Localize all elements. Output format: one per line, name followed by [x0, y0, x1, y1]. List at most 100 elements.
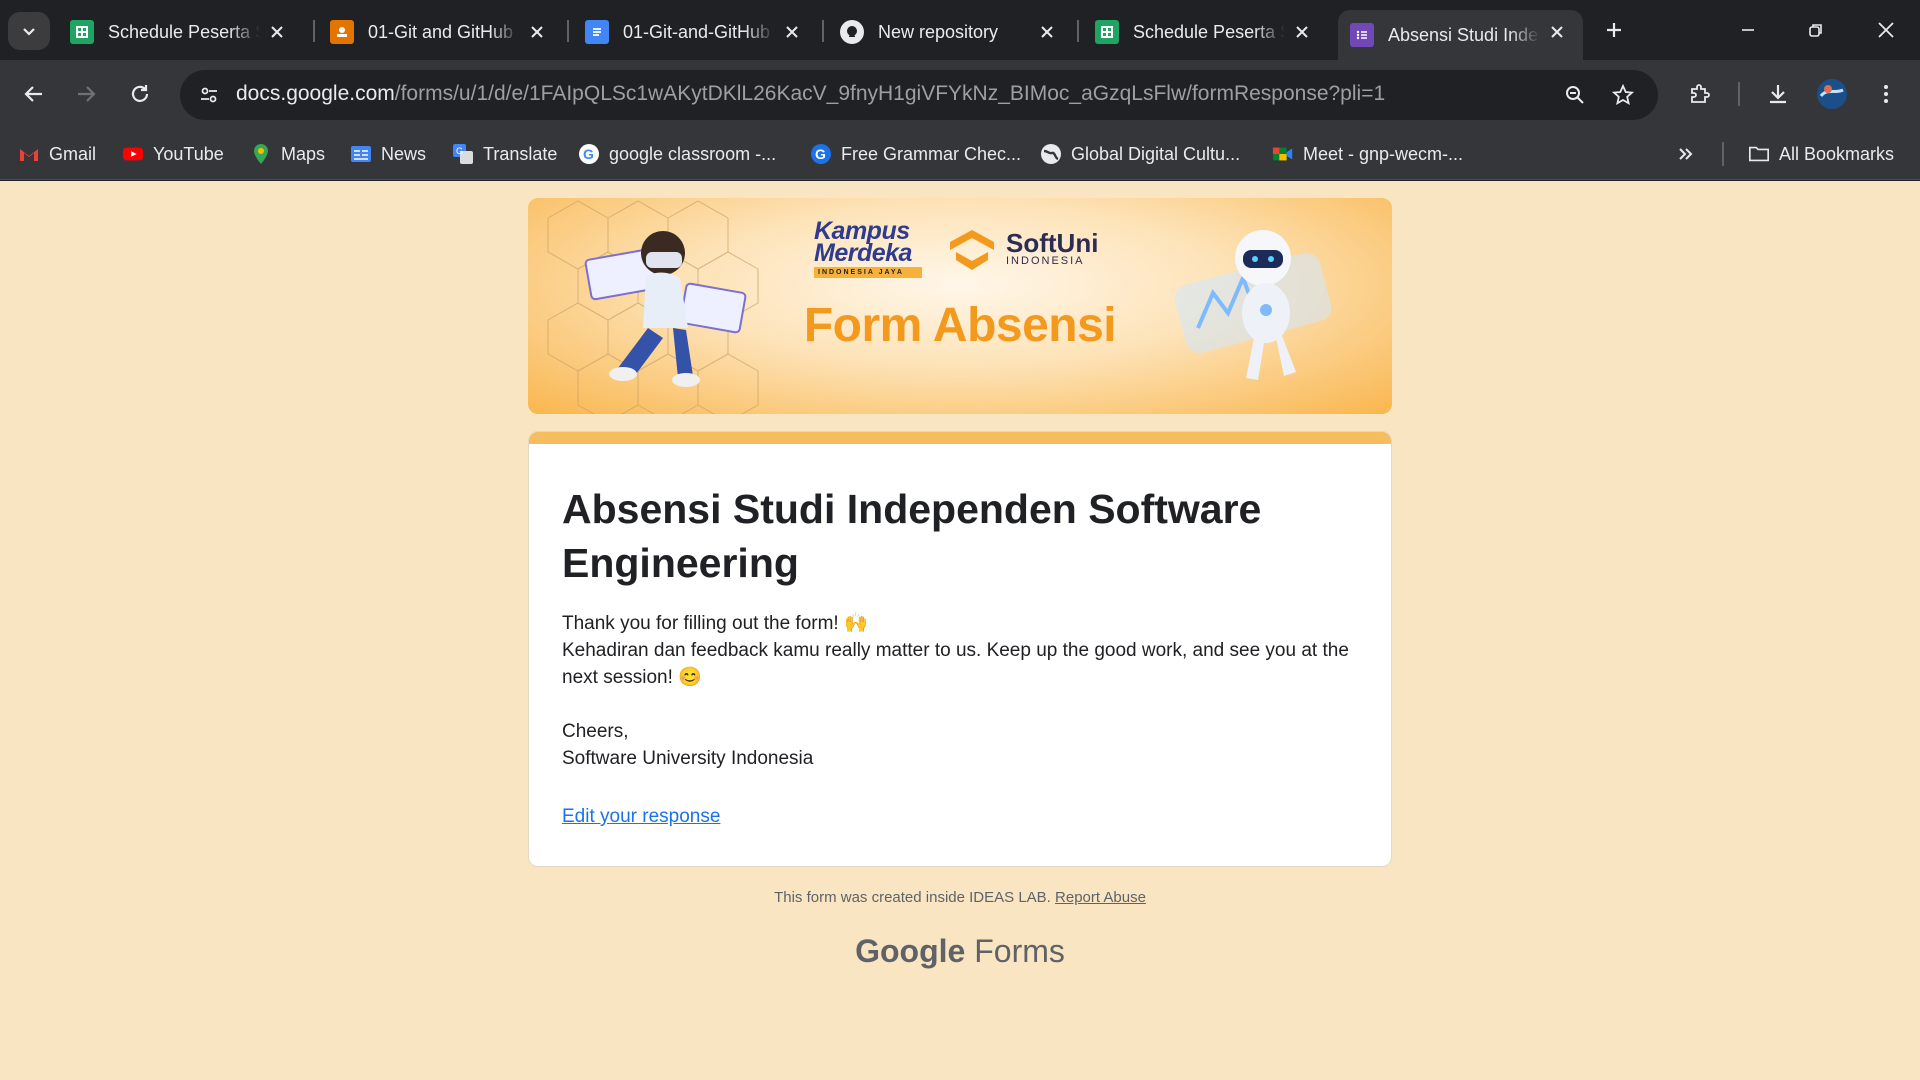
tab-title: Schedule Peserta Studi Independen: [1133, 21, 1285, 42]
browser-toolbar: docs.google.com/forms/u/1/d/e/1FAIpQLSc1…: [0, 60, 1920, 128]
zoom-button[interactable]: [1558, 78, 1592, 112]
url-text[interactable]: docs.google.com/forms/u/1/d/e/1FAIpQLSc1…: [236, 82, 1385, 106]
star-icon: [1612, 84, 1634, 105]
bookmark-grammar-checker[interactable]: G Free Grammar Chec...: [810, 138, 1021, 170]
close-tab-icon[interactable]: [1545, 20, 1569, 44]
new-tab-button[interactable]: [1598, 14, 1630, 46]
message-line: Software University Indonesia: [562, 748, 814, 769]
toolbar-separator: [1738, 82, 1740, 106]
minimize-icon: [1742, 29, 1754, 31]
google-forms-logo[interactable]: Google Forms: [0, 933, 1920, 970]
sheets-icon: [70, 20, 94, 44]
close-tab-icon[interactable]: [1290, 20, 1314, 44]
bookmark-star-button[interactable]: [1606, 78, 1640, 112]
bookmark-label: Global Digital Cultu...: [1071, 143, 1241, 164]
tab-separator: [313, 20, 315, 42]
meet-icon: [1272, 143, 1294, 165]
kampus-merdeka-text: Kampus Merdeka: [814, 217, 912, 267]
bookmark-label: Free Grammar Chec...: [841, 143, 1022, 164]
restore-button[interactable]: [1796, 12, 1836, 48]
softuni-name: SoftUni: [1006, 228, 1099, 258]
bookmark-news[interactable]: News: [350, 138, 426, 170]
zoom-icon: [1566, 86, 1584, 104]
bookmarks-overflow-button[interactable]: [1676, 138, 1696, 170]
bookmark-global-digital[interactable]: Global Digital Cultu...: [1040, 138, 1240, 170]
close-tab-icon[interactable]: [780, 20, 804, 44]
created-inside-text: This form was created inside IDEAS LAB.: [774, 889, 1051, 906]
softuni-logo: SoftUni INDONESIA: [946, 226, 1098, 272]
chevron-double-right-icon: [1679, 148, 1693, 160]
tab-strip: Schedule Peserta Studi Independen 01-Git…: [0, 0, 1920, 60]
extensions-button[interactable]: [1680, 74, 1720, 114]
url-host: docs.google.com: [236, 82, 395, 105]
tab-new-repository[interactable]: New repository: [828, 10, 1073, 54]
downloads-button[interactable]: [1758, 74, 1798, 114]
youtube-icon: [122, 143, 144, 165]
bookmarks-separator: [1722, 142, 1724, 166]
all-bookmarks-label: All Bookmarks: [1779, 143, 1895, 164]
download-icon: [1770, 85, 1786, 104]
tab-absensi-active[interactable]: Absensi Studi Independen: [1338, 10, 1583, 60]
site-info-button[interactable]: [192, 78, 226, 112]
all-bookmarks-button[interactable]: All Bookmarks: [1748, 138, 1894, 170]
bookmark-youtube[interactable]: YouTube: [122, 138, 224, 170]
tune-icon: [201, 87, 217, 103]
forms-icon: [1350, 23, 1374, 47]
close-tab-icon[interactable]: [265, 20, 289, 44]
profile-avatar[interactable]: [1812, 74, 1852, 114]
slides-icon: [330, 20, 354, 44]
form-header-banner: Kampus Merdeka INDONESIA JAYA SoftUni IN…: [528, 198, 1392, 414]
minimize-button[interactable]: [1728, 12, 1768, 48]
bookmark-meet[interactable]: Meet - gnp-wecm-...: [1272, 138, 1463, 170]
form-page: Kampus Merdeka INDONESIA JAYA SoftUni IN…: [0, 181, 1920, 1080]
more-vert-icon: [1884, 85, 1888, 103]
restore-icon: [1809, 24, 1822, 37]
form-footer: This form was created inside IDEAS LAB. …: [0, 889, 1920, 906]
tab-separator: [1077, 20, 1079, 42]
bookmark-label: Gmail: [49, 143, 97, 164]
bookmark-maps[interactable]: Maps: [250, 138, 325, 170]
edit-response-link[interactable]: Edit your response: [562, 806, 720, 828]
tab-schedule-1[interactable]: Schedule Peserta Studi Independen: [58, 10, 303, 54]
message-line: Cheers,: [562, 721, 629, 742]
tab-separator: [822, 20, 824, 42]
svg-text:G: G: [583, 146, 594, 162]
card-accent-bar: [529, 432, 1391, 444]
address-bar[interactable]: docs.google.com/forms/u/1/d/e/1FAIpQLSc1…: [180, 70, 1658, 120]
tab-schedule-2[interactable]: Schedule Peserta Studi Independen: [1083, 10, 1328, 54]
reload-button[interactable]: [120, 74, 160, 114]
confirmation-card: Absensi Studi Independen Software Engine…: [528, 431, 1392, 867]
bookmark-label: Maps: [281, 143, 326, 164]
back-button[interactable]: [14, 74, 54, 114]
bookmark-google-classroom[interactable]: G google classroom -...: [578, 138, 776, 170]
sheets-icon: [1095, 20, 1119, 44]
softuni-mark-icon: [950, 230, 994, 270]
puzzle-icon: [1691, 84, 1710, 103]
bookmark-label: News: [381, 143, 427, 164]
tab-title: 01-Git-and-GitHub: [623, 21, 771, 42]
tab-git-slides[interactable]: 01-Git and GitHub: [318, 10, 563, 54]
folder-icon: [1748, 143, 1770, 165]
bookmark-gmail[interactable]: Gmail: [18, 138, 96, 170]
tab-title: 01-Git and GitHub: [368, 21, 514, 42]
reload-icon: [131, 85, 149, 102]
tab-separator: [567, 20, 569, 42]
confirmation-message: Thank you for filling out the form! 🙌 Ke…: [562, 610, 1362, 772]
maps-icon: [250, 143, 272, 165]
bookmark-translate[interactable]: G Translate: [452, 138, 557, 170]
report-abuse-link[interactable]: Report Abuse: [1055, 889, 1146, 906]
form-title: Absensi Studi Independen Software Engine…: [562, 486, 1262, 586]
arrow-left-icon: [24, 86, 42, 102]
forward-button[interactable]: [66, 74, 106, 114]
tab-git-docs[interactable]: 01-Git-and-GitHub: [573, 10, 818, 54]
gmail-icon: [18, 143, 40, 165]
arrow-right-icon: [78, 86, 96, 102]
close-window-button[interactable]: [1866, 12, 1906, 48]
menu-button[interactable]: [1866, 74, 1906, 114]
close-tab-icon[interactable]: [1035, 20, 1059, 44]
tab-search-button[interactable]: [8, 12, 50, 50]
robot-illustration: [1174, 230, 1332, 380]
kampus-merdeka-tag: INDONESIA JAYA: [814, 267, 922, 278]
close-tab-icon[interactable]: [525, 20, 549, 44]
grammar-icon: G: [810, 143, 832, 165]
